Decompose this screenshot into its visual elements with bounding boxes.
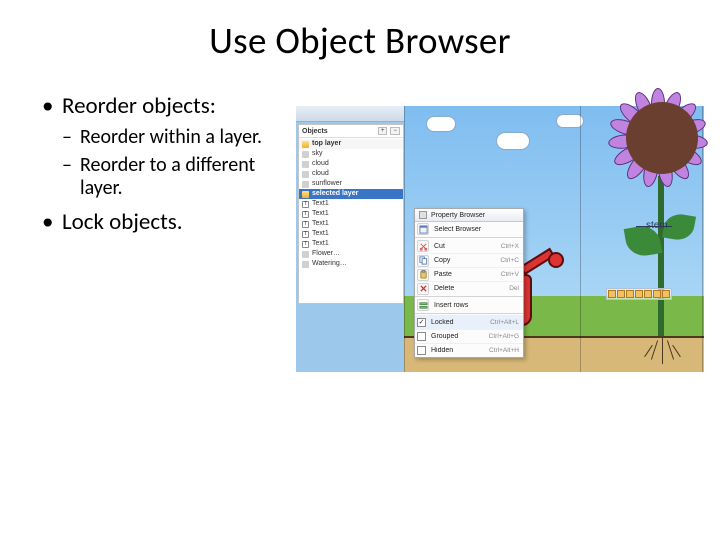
sunflower-stem — [658, 176, 664, 336]
menu-separator — [415, 237, 523, 238]
subbullet-reorder-different: Reorder to a different layer. — [42, 154, 294, 201]
object-icon — [302, 171, 309, 178]
context-menu[interactable]: Property Browser Select Browser Cut Ctrl… — [414, 208, 524, 358]
zoom-in-icon[interactable]: + — [378, 127, 388, 135]
object-list[interactable]: top layer sky cloud cloud sunflower sele… — [299, 138, 403, 270]
guide-line — [404, 106, 405, 372]
pin-icon[interactable] — [419, 211, 427, 219]
slide-title: Use Object Browser — [42, 18, 678, 63]
list-item[interactable]: Watering… — [299, 259, 403, 269]
object-icon — [302, 261, 309, 268]
menu-item-copy[interactable]: Copy Ctrl+C — [415, 253, 523, 267]
menu-item-paste[interactable]: Paste Ctrl+V — [415, 267, 523, 281]
menu-item-hidden[interactable]: Hidden Ctrl+Alt+H — [415, 343, 523, 357]
list-item[interactable]: TText1 — [299, 229, 403, 239]
insert-rows-icon — [417, 299, 429, 311]
delete-icon — [417, 283, 429, 295]
selection-mini-toolbar[interactable] — [606, 288, 672, 300]
sunflower-center — [626, 102, 698, 174]
list-item[interactable]: Flower… — [299, 249, 403, 259]
list-item[interactable]: TText1 — [299, 209, 403, 219]
list-item[interactable]: sky — [299, 149, 403, 159]
object-icon — [302, 151, 309, 158]
list-item[interactable]: sunflower — [299, 179, 403, 189]
cloud-icon — [496, 132, 530, 150]
layer-icon — [302, 141, 309, 148]
slide: Use Object Browser Reorder objects: Reor… — [0, 0, 720, 540]
menu-separator — [415, 313, 523, 314]
menu-item-grouped[interactable]: Grouped Ctrl+Alt+G — [415, 329, 523, 343]
bullet-reorder: Reorder objects: — [42, 93, 294, 120]
menu-separator — [415, 296, 523, 297]
object-browser-panel[interactable]: Objects + − top layer sky cloud cloud su… — [298, 124, 404, 304]
zoom-out-icon[interactable]: − — [390, 127, 400, 135]
list-item[interactable]: TText1 — [299, 219, 403, 229]
menu-item-delete[interactable]: Delete Del — [415, 281, 523, 295]
copy-icon — [417, 255, 429, 267]
cut-icon — [417, 240, 429, 252]
object-icon — [302, 181, 309, 188]
bullet-lock: Lock objects. — [42, 209, 294, 236]
cloud-icon — [426, 116, 456, 132]
guide-line — [580, 106, 581, 372]
list-item[interactable]: TText1 — [299, 239, 403, 249]
stem-label: stem — [646, 220, 668, 231]
context-menu-header: Property Browser — [415, 209, 523, 222]
object-icon — [302, 161, 309, 168]
subbullet-reorder-within: Reorder within a layer. — [42, 126, 294, 150]
menu-item-select-browser[interactable]: Select Browser — [415, 222, 523, 236]
menu-item-cut[interactable]: Cut Ctrl+X — [415, 239, 523, 253]
list-item[interactable]: cloud — [299, 159, 403, 169]
text-object-icon: T — [302, 211, 309, 218]
checkbox-checked-icon: ✓ — [417, 318, 426, 327]
text-object-icon: T — [302, 231, 309, 238]
object-browser-header: Objects + − — [299, 125, 403, 138]
context-menu-title: Property Browser — [431, 212, 485, 219]
text-object-icon: T — [302, 221, 309, 228]
checkbox-icon — [417, 346, 426, 355]
screenshot: stem Objects + − — [296, 106, 704, 372]
layer-icon — [302, 191, 309, 198]
text-object-icon: T — [302, 241, 309, 248]
text-object-icon: T — [302, 201, 309, 208]
objects-tab[interactable]: Objects — [302, 128, 328, 135]
layer-header-top[interactable]: top layer — [299, 139, 403, 149]
layer-header-selected[interactable]: selected layer — [299, 189, 403, 199]
checkbox-icon — [417, 332, 426, 341]
paste-icon — [417, 269, 429, 281]
zoom-controls[interactable]: + − — [378, 127, 400, 135]
bullet-list: Reorder objects: Reorder within a layer.… — [42, 93, 294, 242]
list-item[interactable]: cloud — [299, 169, 403, 179]
list-item[interactable]: TText1 — [299, 199, 403, 209]
object-icon — [302, 251, 309, 258]
sunflower-roots — [644, 336, 680, 366]
menu-item-locked[interactable]: ✓ Locked Ctrl+Alt+L — [415, 315, 523, 329]
menu-item-insert-rows[interactable]: Insert rows — [415, 298, 523, 312]
browser-icon — [417, 223, 429, 235]
